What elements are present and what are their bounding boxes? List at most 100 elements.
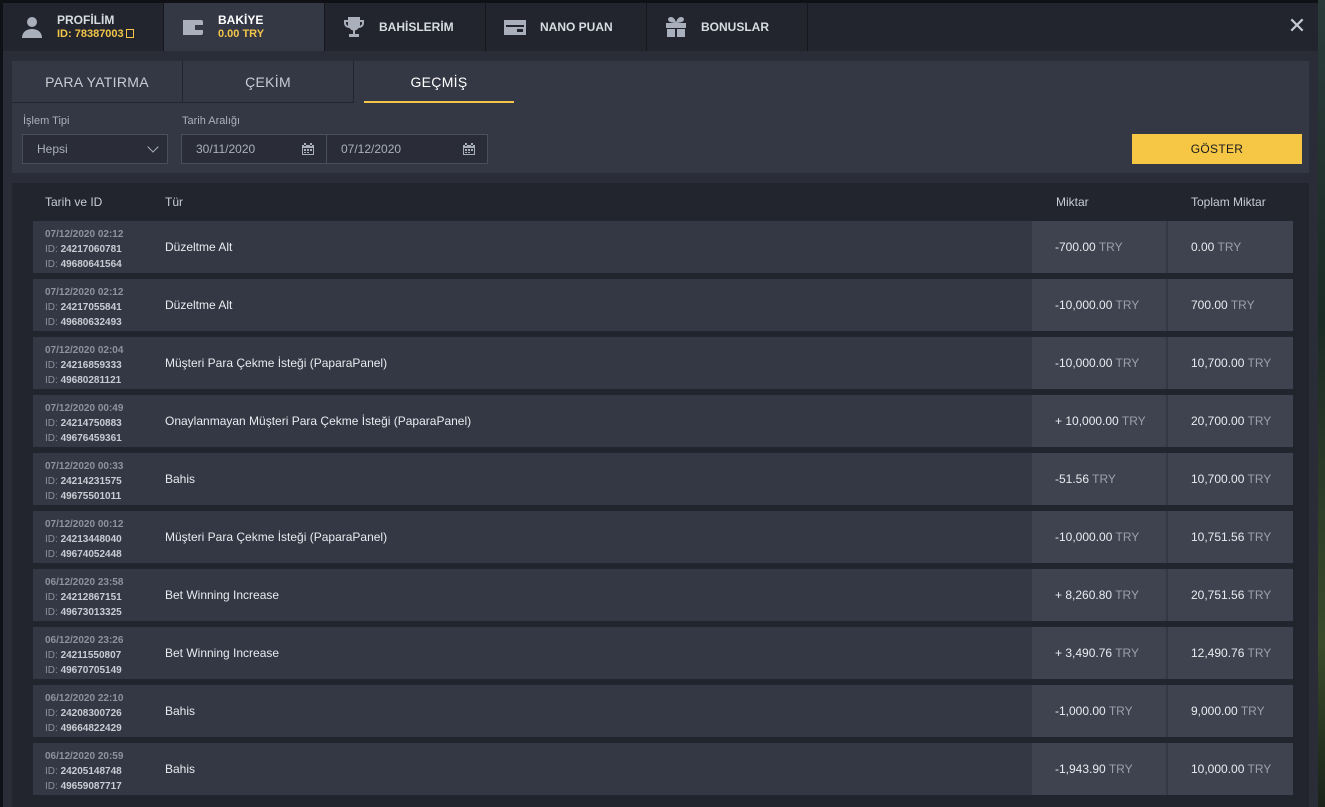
balance-value: 0.00 TRY — [218, 28, 265, 40]
date-from-input[interactable]: 30/11/2020 — [181, 134, 327, 164]
wallet-icon — [180, 14, 206, 40]
profile-id: ID: 78387003 — [57, 27, 134, 41]
tab-withdraw[interactable]: ÇEKİM — [183, 61, 354, 103]
row-amount: + 10,000.00 TRY — [1032, 395, 1166, 447]
header-amount: Miktar — [1056, 195, 1089, 209]
row-date-ids: 07/12/2020 00:12 ID: 24213448040 ID: 49674… — [45, 517, 123, 562]
row-id1: ID: 24217055841 — [45, 302, 122, 313]
date-range-label: Tarih Aralığı — [182, 115, 241, 127]
tab-deposit[interactable]: PARA YATIRMA — [12, 61, 183, 103]
row-total: 20,751.56 TRY — [1168, 569, 1293, 621]
row-id1: ID: 24213448040 — [45, 534, 122, 545]
row-id2: ID: 49670705149 — [45, 665, 122, 676]
background-edge — [1318, 0, 1325, 807]
date-to-value: 07/12/2020 — [341, 142, 402, 156]
close-icon[interactable]: ✕ — [1286, 15, 1308, 37]
row-id2: ID: 49675501011 — [45, 491, 122, 502]
row-date: 07/12/2020 02:04 — [45, 345, 124, 356]
history-table: Tarih ve ID Tür Miktar Toplam Miktar 07/… — [12, 183, 1309, 807]
table-row: 06/12/2020 22:10 ID: 24208300726 ID: 49664… — [33, 685, 1293, 737]
row-total: 700.00 TRY — [1168, 279, 1293, 331]
row-amount: + 3,490.76 TRY — [1032, 627, 1166, 679]
row-date-ids: 06/12/2020 23:26 ID: 24211550807 ID: 49670… — [45, 633, 123, 678]
calendar-icon[interactable] — [463, 143, 475, 155]
row-amount: -10,000.00 TRY — [1032, 511, 1166, 563]
row-date-ids: 06/12/2020 22:10 ID: 24208300726 ID: 49664… — [45, 691, 123, 736]
row-type: Düzeltme Alt — [165, 298, 233, 312]
table-row: 07/12/2020 00:12 ID: 24213448040 ID: 49674… — [33, 511, 1293, 563]
header-date-id: Tarih ve ID — [45, 195, 103, 209]
row-id1: ID: 24216859333 — [45, 360, 122, 371]
row-date-ids: 06/12/2020 20:59 ID: 24205148748 ID: 49659… — [45, 749, 123, 794]
row-date: 06/12/2020 20:59 — [45, 751, 124, 762]
header-total: Toplam Miktar — [1191, 195, 1266, 209]
transaction-type-select[interactable]: Hepsi — [22, 134, 168, 164]
row-type: Bahis — [165, 472, 196, 486]
row-id1: ID: 24217060781 — [45, 244, 122, 255]
row-amount: -1,943.90 TRY — [1032, 743, 1166, 795]
row-type: Bet Winning Increase — [165, 646, 280, 660]
row-type: Bahis — [165, 762, 196, 776]
row-type: Bahis — [165, 704, 196, 718]
row-date-ids: 07/12/2020 00:33 ID: 24214231575 ID: 49675… — [45, 459, 123, 504]
calendar-icon[interactable] — [302, 143, 314, 155]
table-row: 07/12/2020 02:12 ID: 24217055841 ID: 49680… — [33, 279, 1293, 331]
row-total: 10,000.00 TRY — [1168, 743, 1293, 795]
table-row: 07/12/2020 02:12 ID: 24217060781 ID: 49680… — [33, 221, 1293, 273]
row-id1: ID: 24214231575 — [45, 476, 122, 487]
tab-history[interactable]: GEÇMİŞ — [364, 61, 514, 103]
row-type: Bet Winning Increase — [165, 588, 280, 602]
table-header: Tarih ve ID Tür Miktar Toplam Miktar — [12, 183, 1309, 219]
copy-icon[interactable] — [125, 29, 134, 38]
transaction-type-value: Hepsi — [37, 142, 68, 156]
row-date: 06/12/2020 22:10 — [45, 693, 124, 704]
row-date: 06/12/2020 23:26 — [45, 635, 124, 646]
row-date: 06/12/2020 23:58 — [45, 577, 124, 588]
row-amount: -10,000.00 TRY — [1032, 337, 1166, 389]
row-amount: -51.56 TRY — [1032, 453, 1166, 505]
tab-my-bets[interactable]: BAHİSLERİM — [325, 3, 486, 51]
tab-my-bets-label: BAHİSLERİM — [379, 20, 454, 34]
date-to-input[interactable]: 07/12/2020 — [326, 134, 488, 164]
row-date: 07/12/2020 02:12 — [45, 229, 124, 240]
account-modal: PROFİLİM ID: 78387003 BAKİYE 0.00 TRY BA… — [3, 3, 1318, 807]
chevron-down-icon — [147, 141, 159, 153]
row-total: 0.00 TRY — [1168, 221, 1293, 273]
row-id1: ID: 24211550807 — [45, 650, 122, 661]
row-id1: ID: 24208300726 — [45, 708, 122, 719]
row-date-ids: 07/12/2020 00:49 ID: 24214750883 ID: 49676… — [45, 401, 123, 446]
table-row: 06/12/2020 20:59 ID: 24205148748 ID: 49659… — [33, 743, 1293, 795]
row-id2: ID: 49674052448 — [45, 549, 122, 560]
tab-bonuses-label: BONUSLAR — [701, 20, 769, 34]
row-amount: + 8,260.80 TRY — [1032, 569, 1166, 621]
row-id2: ID: 49680641564 — [45, 259, 122, 270]
table-row: 07/12/2020 00:33 ID: 24214231575 ID: 49675… — [33, 453, 1293, 505]
row-date: 07/12/2020 00:33 — [45, 461, 124, 472]
row-id1: ID: 24205148748 — [45, 766, 122, 777]
tab-profile[interactable]: PROFİLİM ID: 78387003 — [3, 3, 164, 51]
tab-balance[interactable]: BAKİYE 0.00 TRY — [164, 3, 325, 51]
row-id2: ID: 49676459361 — [45, 433, 122, 444]
row-id2: ID: 49680632493 — [45, 317, 122, 328]
row-amount: -10,000.00 TRY — [1032, 279, 1166, 331]
show-button[interactable]: GÖSTER — [1132, 134, 1302, 164]
header-type: Tür — [165, 195, 183, 209]
row-date: 07/12/2020 00:12 — [45, 519, 124, 530]
transaction-type-label: İşlem Tipi — [23, 115, 70, 127]
row-id1: ID: 24214750883 — [45, 418, 122, 429]
table-row: 06/12/2020 23:26 ID: 24211550807 ID: 49670… — [33, 627, 1293, 679]
table-row: 07/12/2020 00:49 ID: 24214750883 ID: 49676… — [33, 395, 1293, 447]
row-type: Müşteri Para Çekme İsteği (PaparaPanel) — [165, 356, 388, 370]
tab-nano-points[interactable]: NANO PUAN — [486, 3, 647, 51]
row-total: 9,000.00 TRY — [1168, 685, 1293, 737]
row-id2: ID: 49680281121 — [45, 375, 122, 386]
tab-bonuses[interactable]: BONUSLAR — [647, 3, 808, 51]
row-amount: -700.00 TRY — [1032, 221, 1166, 273]
row-date-ids: 07/12/2020 02:04 ID: 24216859333 ID: 49680… — [45, 343, 123, 388]
table-row: 07/12/2020 02:04 ID: 24216859333 ID: 49680… — [33, 337, 1293, 389]
user-icon — [19, 14, 45, 40]
row-total: 10,700.00 TRY — [1168, 453, 1293, 505]
row-id2: ID: 49673013325 — [45, 607, 122, 618]
card-icon — [502, 14, 528, 40]
trophy-icon — [341, 14, 367, 40]
